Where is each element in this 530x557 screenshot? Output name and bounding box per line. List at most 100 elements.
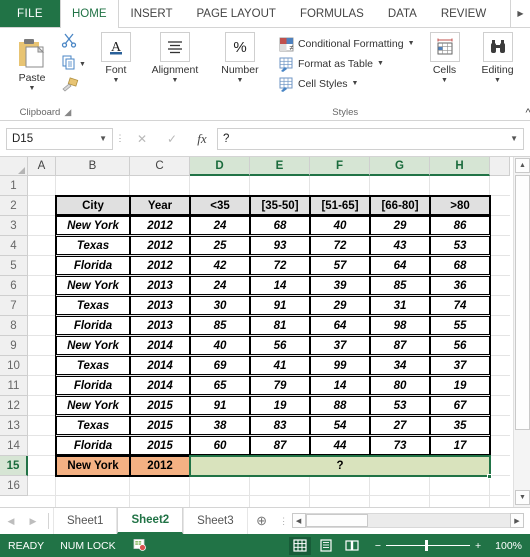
row-header-3[interactable]: 3 [0, 216, 28, 236]
table-row[interactable]: Florida [56, 316, 130, 335]
table-row[interactable]: 88 [310, 396, 370, 415]
select-all-corner[interactable] [0, 157, 28, 176]
table-row[interactable]: 2014 [130, 376, 190, 395]
table-header-35-50[interactable]: [35-50] [250, 196, 310, 215]
table-row[interactable]: 43 [370, 236, 430, 255]
tab-file[interactable]: FILE [0, 0, 60, 27]
table-row[interactable]: 56 [250, 336, 310, 355]
table-row[interactable]: 40 [190, 336, 250, 355]
table-row[interactable]: 14 [310, 376, 370, 395]
record-macro-icon[interactable] [132, 538, 146, 554]
format-as-table-button[interactable]: Format as Table ▼ [279, 54, 384, 74]
tab-page-layout[interactable]: PAGE LAYOUT [184, 0, 287, 27]
table-row[interactable]: 72 [250, 256, 310, 275]
cell-styles-button[interactable]: Cell Styles ▼ [279, 74, 358, 94]
format-as-table-caret[interactable]: ▼ [377, 60, 384, 68]
row-header-1[interactable]: 1 [0, 176, 28, 196]
font-dropdown-caret[interactable]: ▼ [112, 77, 119, 85]
table-row[interactable]: 60 [190, 436, 250, 455]
table-row[interactable]: 37 [310, 336, 370, 355]
tab-review[interactable]: REVIEW [429, 0, 498, 27]
query-city-cell[interactable]: New York [56, 456, 130, 476]
table-row[interactable]: Florida [56, 436, 130, 455]
table-row[interactable]: New York [56, 276, 130, 295]
table-row[interactable]: 64 [310, 316, 370, 335]
table-row[interactable]: Texas [56, 236, 130, 255]
table-header-year[interactable]: Year [130, 196, 190, 215]
table-row[interactable]: 2014 [130, 336, 190, 355]
table-row[interactable]: 24 [190, 276, 250, 295]
table-row[interactable]: 30 [190, 296, 250, 315]
vertical-scroll-thumb[interactable] [515, 175, 530, 430]
row-header-7[interactable]: 7 [0, 296, 28, 316]
table-row[interactable]: 85 [370, 276, 430, 295]
table-row[interactable]: Florida [56, 376, 130, 395]
table-row[interactable]: 57 [310, 256, 370, 275]
sheet-nav-prev-icon[interactable]: ◀ [0, 508, 22, 534]
tab-data[interactable]: DATA [376, 0, 429, 27]
table-row[interactable]: 86 [430, 216, 490, 235]
table-row[interactable]: 80 [370, 376, 430, 395]
table-row[interactable]: 91 [250, 296, 310, 315]
zoom-slider-knob[interactable] [425, 540, 429, 551]
table-row[interactable]: 81 [250, 316, 310, 335]
conditional-formatting-caret[interactable]: ▼ [408, 40, 415, 48]
table-row[interactable]: 93 [250, 236, 310, 255]
cut-icon[interactable] [61, 32, 77, 53]
table-row[interactable]: 27 [370, 416, 430, 435]
query-result-cell[interactable]: ? [190, 456, 490, 476]
table-row[interactable]: 38 [190, 416, 250, 435]
row-header-13[interactable]: 13 [0, 416, 28, 436]
table-row[interactable]: 91 [190, 396, 250, 415]
column-header-h[interactable]: H [430, 157, 490, 176]
query-year-cell[interactable]: 2012 [130, 456, 190, 476]
alignment-button[interactable]: Alignment ▼ [146, 32, 204, 85]
row-header-4[interactable]: 4 [0, 236, 28, 256]
table-row[interactable]: 87 [250, 436, 310, 455]
table-row[interactable]: 29 [310, 296, 370, 315]
table-row[interactable]: 73 [370, 436, 430, 455]
row-header-6[interactable]: 6 [0, 276, 28, 296]
table-row[interactable]: 2013 [130, 316, 190, 335]
table-row[interactable]: 53 [370, 396, 430, 415]
fill-handle[interactable] [487, 474, 492, 479]
editing-dropdown-caret[interactable]: ▼ [494, 77, 501, 85]
cancel-icon[interactable]: ✕ [127, 128, 157, 150]
table-header-gt80[interactable]: >80 [430, 196, 490, 215]
table-row[interactable]: 54 [310, 416, 370, 435]
table-row[interactable]: 68 [430, 256, 490, 275]
alignment-dropdown-caret[interactable]: ▼ [171, 77, 178, 85]
table-row[interactable]: 55 [430, 316, 490, 335]
cells-button[interactable]: Cells ▼ [425, 32, 465, 85]
zoom-out-button[interactable]: − [375, 540, 381, 552]
zoom-slider[interactable] [386, 540, 470, 552]
table-row[interactable]: 87 [370, 336, 430, 355]
table-row[interactable]: 85 [190, 316, 250, 335]
table-row[interactable]: 64 [370, 256, 430, 275]
horizontal-scrollbar[interactable]: ◀ ▶ [291, 512, 524, 529]
table-row[interactable]: 35 [430, 416, 490, 435]
table-row[interactable]: 44 [310, 436, 370, 455]
table-row[interactable]: 2013 [130, 276, 190, 295]
row-header-10[interactable]: 10 [0, 356, 28, 376]
table-row[interactable]: 2015 [130, 436, 190, 455]
name-box-chevron-down-icon[interactable]: ▼ [99, 134, 107, 143]
table-row[interactable]: 2015 [130, 416, 190, 435]
row-header-2[interactable]: 2 [0, 196, 28, 216]
table-row[interactable]: 74 [430, 296, 490, 315]
vertical-scrollbar[interactable]: ▲ ▼ [513, 157, 530, 507]
table-row[interactable]: 25 [190, 236, 250, 255]
formula-expand-chevron-down-icon[interactable]: ▼ [510, 134, 518, 143]
table-row[interactable]: 2012 [130, 256, 190, 275]
sheet-nav-next-icon[interactable]: ▶ [22, 508, 44, 534]
column-header-i-partial[interactable] [490, 157, 510, 176]
table-row[interactable]: 19 [250, 396, 310, 415]
table-row[interactable]: 83 [250, 416, 310, 435]
scroll-up-icon[interactable]: ▲ [515, 158, 530, 173]
ribbon-scroll-right-icon[interactable]: ▶ [510, 0, 530, 27]
column-header-c[interactable]: C [130, 157, 190, 176]
table-row[interactable]: 34 [370, 356, 430, 375]
table-row[interactable]: 2014 [130, 356, 190, 375]
sheet-tab-sheet3[interactable]: Sheet3 [183, 508, 248, 534]
collapse-ribbon-icon[interactable]: ^ [526, 107, 530, 120]
